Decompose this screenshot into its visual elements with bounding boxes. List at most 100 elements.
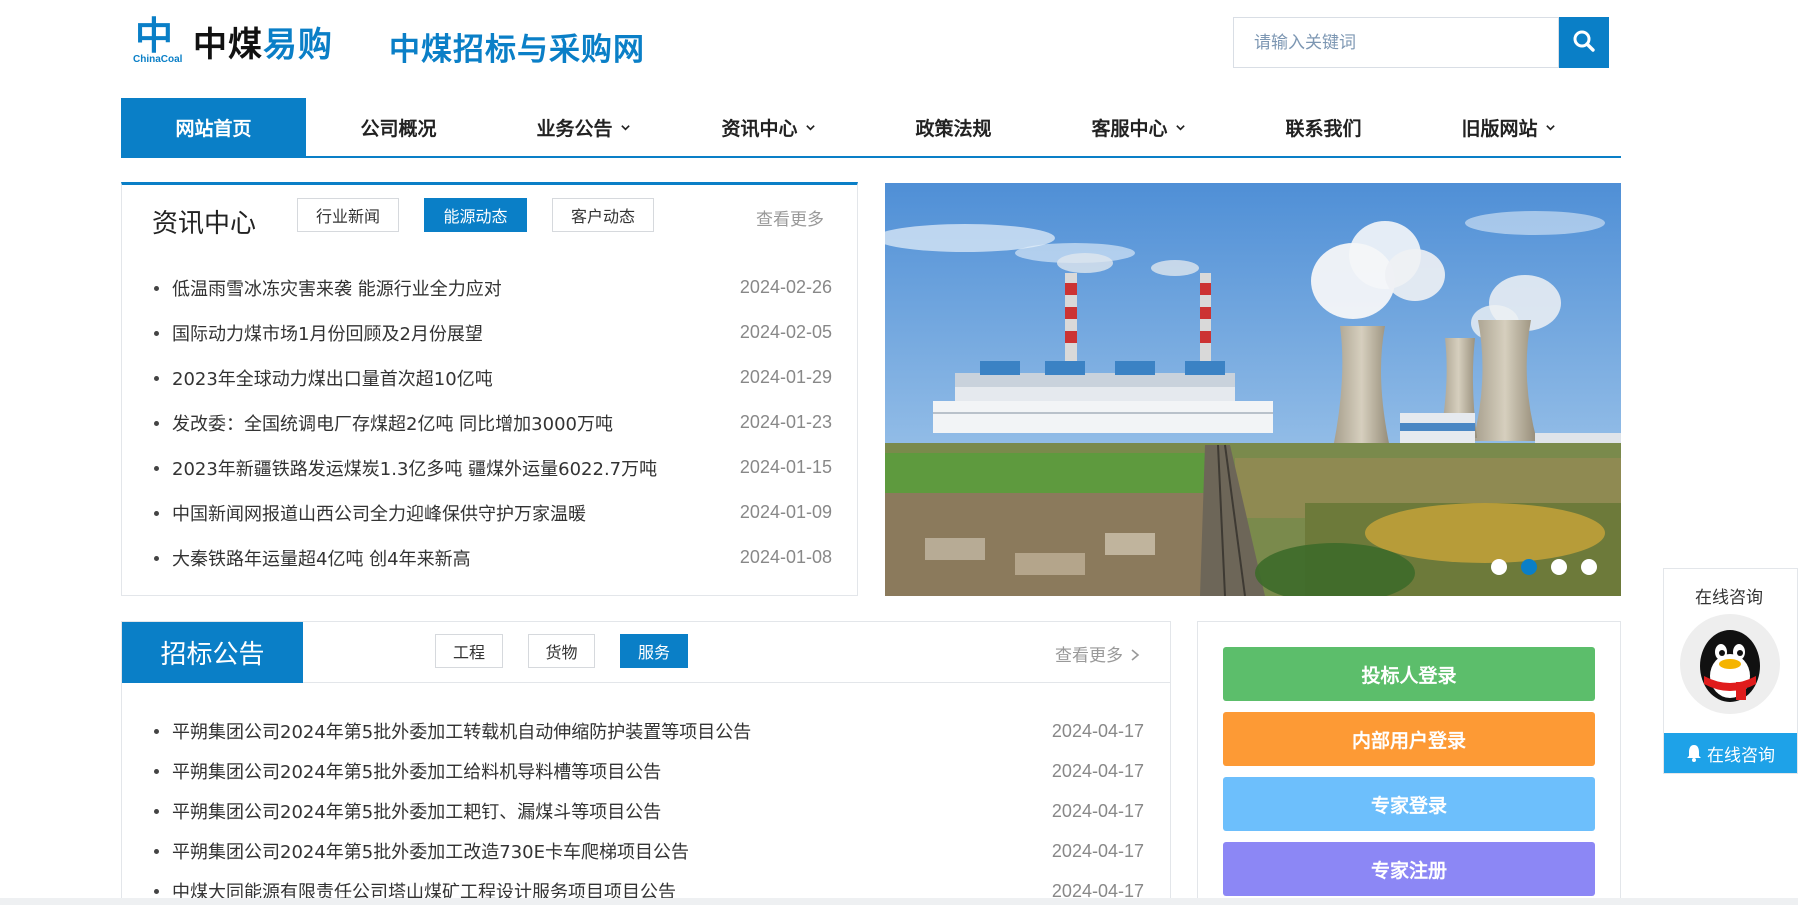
logo-text: 中煤易购: [193, 17, 333, 66]
search-box: [1233, 17, 1559, 68]
bid-date: 2024-04-17: [1051, 760, 1144, 781]
news-title-link[interactable]: 2023年全球动力煤出口量首次超10亿吨: [172, 365, 493, 391]
bid-more-link[interactable]: 查看更多: [1055, 641, 1140, 666]
nav-label: 旧版网站: [1461, 117, 1538, 140]
news-date: 2024-01-15: [739, 457, 832, 477]
carousel-dot-3[interactable]: [1551, 559, 1567, 575]
nav-label: 公司概况: [360, 117, 437, 140]
banner-carousel[interactable]: [885, 183, 1621, 596]
logo-english: ChinaCoal: [133, 54, 183, 65]
tab-engineering[interactable]: 工程: [435, 634, 503, 668]
login-panel: 投标人登录 内部用户登录 专家登录 专家注册: [1197, 621, 1621, 905]
logo-text-black: 中煤: [193, 24, 263, 65]
list-item: 平朔集团公司2024年第5批外委加工耙钉、漏煤斗等项目公告 2024-04-17: [152, 791, 1144, 831]
bid-title-link[interactable]: 平朔集团公司2024年第5批外委加工耙钉、漏煤斗等项目公告: [172, 798, 661, 824]
news-title-link[interactable]: 中国新闻网报道山西公司全力迎峰保供守护万家温暖: [172, 500, 586, 526]
bell-icon: [1687, 745, 1701, 762]
news-date: 2024-02-05: [739, 322, 832, 342]
tab-energy-news[interactable]: 能源动态: [424, 198, 527, 232]
chevron-down-icon: [1175, 124, 1185, 131]
bottom-scroll-shadow: [0, 898, 1798, 905]
consult-title: 在线咨询: [1695, 588, 1763, 608]
nav-label: 业务公告: [536, 117, 613, 140]
tab-industry-news[interactable]: 行业新闻: [297, 198, 399, 232]
nav-label: 政策法规: [915, 117, 992, 140]
news-date: 2024-01-29: [739, 367, 832, 387]
nav-label: 网站首页: [175, 117, 252, 140]
nav-label: 客服中心: [1091, 117, 1168, 140]
news-title-link[interactable]: 发改委：全国统调电厂存煤超2亿吨 同比增加3000万吨: [172, 410, 613, 436]
list-item: 平朔集团公司2024年第5批外委加工转载机自动伸缩防护装置等项目公告 2024-0…: [152, 711, 1144, 751]
carousel-dot-1[interactable]: [1491, 559, 1507, 575]
bid-date: 2024-04-17: [1051, 720, 1144, 741]
chevron-down-icon: [805, 124, 815, 131]
nav-item-policy[interactable]: 政策法规: [861, 98, 1046, 156]
consult-button-label: 在线咨询: [1707, 745, 1775, 766]
nav-item-old-site[interactable]: 旧版网站: [1416, 98, 1601, 156]
list-item: 发改委：全国统调电厂存煤超2亿吨 同比增加3000万吨 2024-01-23: [152, 400, 832, 445]
nav-item-company[interactable]: 公司概况: [306, 98, 491, 156]
list-item: 平朔集团公司2024年第5批外委加工给料机导料槽等项目公告 2024-04-17: [152, 751, 1144, 791]
bid-panel-header: 招标公告 工程 货物 服务 查看更多: [122, 622, 1170, 683]
qq-penguin-icon[interactable]: [1680, 614, 1780, 714]
nav-item-service[interactable]: 客服中心: [1046, 98, 1231, 156]
nav-label: 资讯中心: [721, 117, 798, 140]
bid-announcement-panel: 招标公告 工程 货物 服务 查看更多 平朔集团公司2024年第5批外委加工转载机…: [121, 621, 1171, 905]
expert-register-button[interactable]: 专家注册: [1223, 842, 1595, 896]
news-date: 2024-01-08: [739, 547, 832, 567]
news-title-link[interactable]: 低温雨雪冰冻灾害来袭 能源行业全力应对: [172, 275, 502, 301]
logo-text-blue: 易购: [263, 24, 333, 65]
list-item: 大秦铁路年运量超4亿吨 创4年来新高 2024-01-08: [152, 535, 832, 580]
search-icon: [1572, 29, 1596, 57]
search-input[interactable]: [1234, 18, 1558, 67]
tab-services[interactable]: 服务: [620, 634, 688, 668]
bid-date: 2024-04-17: [1051, 840, 1144, 861]
list-item: 2023年新疆铁路发运煤炭1.3亿多吨 疆煤外运量6022.7万吨 2024-01…: [152, 445, 832, 490]
power-plant-image: [885, 183, 1621, 596]
list-item: 2023年全球动力煤出口量首次超10亿吨 2024-01-29: [152, 355, 832, 400]
main-nav: 网站首页 公司概况 业务公告 资讯中心 政策法规 客服中心 联系我们 旧版网站: [121, 98, 1621, 158]
bid-date: 2024-04-17: [1051, 800, 1144, 821]
chevron-right-icon: [1131, 649, 1140, 661]
bid-title-link[interactable]: 平朔集团公司2024年第5批外委加工转载机自动伸缩防护装置等项目公告: [172, 718, 751, 744]
list-item: 平朔集团公司2024年第5批外委加工改造730E卡车爬梯项目公告 2024-04-…: [152, 831, 1144, 871]
logo-glyph: 中: [135, 14, 174, 58]
news-panel-title: 资讯中心: [152, 209, 257, 239]
china-coal-emblem: 中 ChinaCoal: [133, 14, 189, 68]
tab-goods[interactable]: 货物: [528, 634, 595, 668]
bid-more-label: 查看更多: [1055, 646, 1123, 666]
tab-customer-news[interactable]: 客户动态: [552, 198, 654, 232]
news-panel: 资讯中心 行业新闻 能源动态 客户动态 查看更多 低温雨雪冰冻灾害来袭 能源行业…: [121, 182, 858, 596]
nav-item-home[interactable]: 网站首页: [121, 98, 306, 156]
bidder-login-button[interactable]: 投标人登录: [1223, 647, 1595, 701]
chevron-down-icon: [1545, 124, 1555, 131]
news-date: 2024-01-09: [739, 502, 832, 522]
list-item: 国际动力煤市场1月份回顾及2月份展望 2024-02-05: [152, 310, 832, 355]
news-title-link[interactable]: 国际动力煤市场1月份回顾及2月份展望: [172, 320, 483, 346]
list-item: 低温雨雪冰冻灾害来袭 能源行业全力应对 2024-02-26: [152, 265, 832, 310]
nav-item-news[interactable]: 资讯中心: [676, 98, 861, 156]
carousel-dots: [1491, 559, 1597, 575]
bid-title-link[interactable]: 平朔集团公司2024年第5批外委加工给料机导料槽等项目公告: [172, 758, 661, 784]
expert-login-button[interactable]: 专家登录: [1223, 777, 1595, 831]
news-title-link[interactable]: 2023年新疆铁路发运煤炭1.3亿多吨 疆煤外运量6022.7万吨: [172, 455, 657, 481]
chevron-down-icon: [620, 124, 630, 131]
news-more-link[interactable]: 查看更多: [756, 205, 824, 230]
news-title-link[interactable]: 大秦铁路年运量超4亿吨 创4年来新高: [172, 545, 471, 571]
online-consult-widget: 在线咨询 在线咨询: [1663, 568, 1798, 774]
logo[interactable]: 中 ChinaCoal 中煤易购: [133, 14, 333, 68]
bid-list: 平朔集团公司2024年第5批外委加工转载机自动伸缩防护装置等项目公告 2024-0…: [152, 711, 1144, 905]
carousel-dot-4[interactable]: [1581, 559, 1597, 575]
consult-button[interactable]: 在线咨询: [1664, 733, 1797, 773]
internal-user-login-button[interactable]: 内部用户登录: [1223, 712, 1595, 766]
news-date: 2024-01-23: [739, 412, 832, 432]
list-item: 中国新闻网报道山西公司全力迎峰保供守护万家温暖 2024-01-09: [152, 490, 832, 535]
bid-panel-title: 招标公告: [122, 622, 303, 683]
search-button[interactable]: [1559, 17, 1609, 68]
site-title: 中煤招标与采购网: [389, 32, 645, 68]
carousel-dot-2[interactable]: [1521, 559, 1537, 575]
nav-label: 联系我们: [1285, 117, 1362, 140]
nav-item-announcements[interactable]: 业务公告: [491, 98, 676, 156]
bid-title-link[interactable]: 平朔集团公司2024年第5批外委加工改造730E卡车爬梯项目公告: [172, 838, 689, 864]
nav-item-contact[interactable]: 联系我们: [1231, 98, 1416, 156]
